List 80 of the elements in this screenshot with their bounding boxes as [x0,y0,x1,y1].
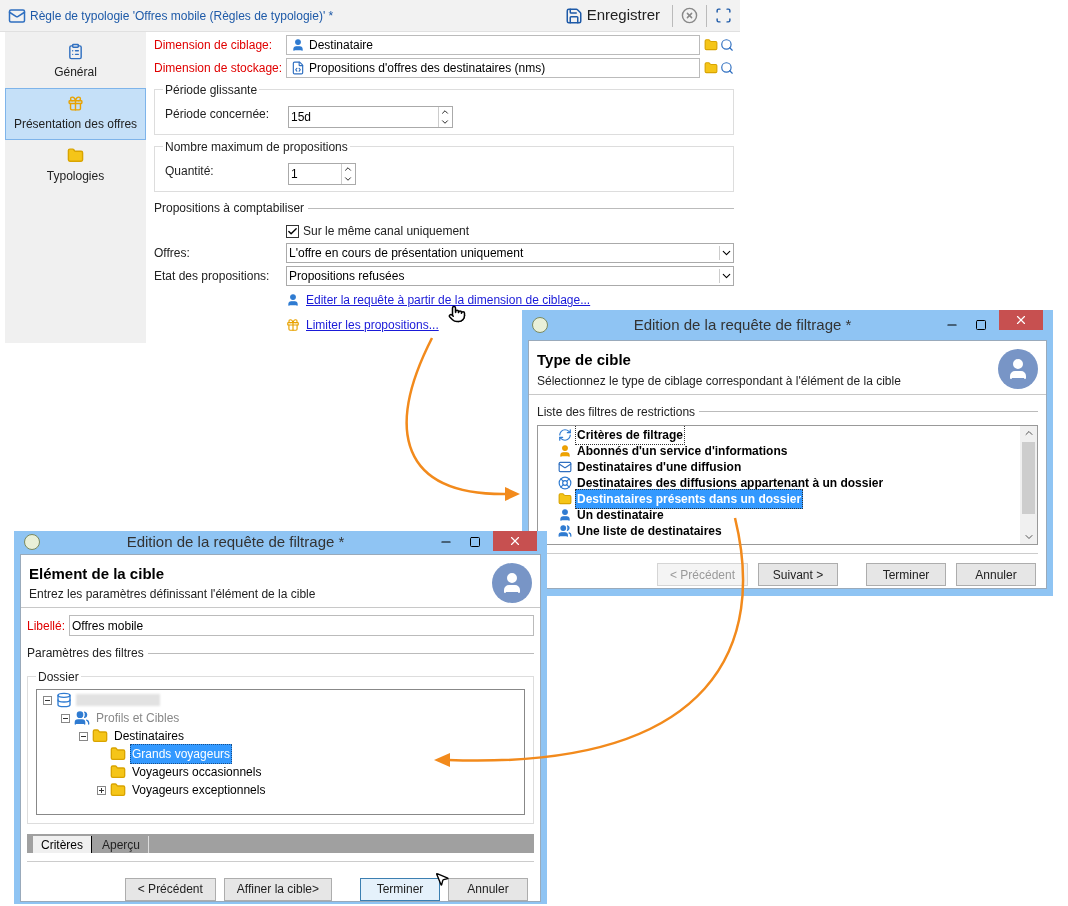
sidebar-item[interactable]: Typologies [5,140,146,192]
mouse-cursor-icon [434,870,450,888]
sidebar-item[interactable]: Présentation des offres [5,88,146,140]
people-icon [74,710,90,726]
close-icon [1014,313,1028,327]
sidebar-item[interactable]: Général [5,36,146,88]
mail-icon [558,459,572,474]
list-item[interactable]: Critères de filtrage [575,425,686,445]
close-icon [508,534,522,548]
folder-icon [110,782,126,798]
avatar-icon [998,349,1038,390]
field-label: Quantité: [165,163,215,180]
app-icon [532,317,548,333]
fullscreen-icon[interactable] [715,7,732,24]
dimension-field[interactable]: Destinataire [286,35,700,55]
folder-icon [110,746,126,762]
window-title: Edition de la requête de filtrage * [125,532,346,552]
maximize-icon[interactable] [469,536,481,549]
close-icon[interactable] [681,7,698,24]
lifebuoy-icon [558,475,572,490]
dropdown[interactable]: L'offre en cours de présentation uniquement [286,243,734,263]
link[interactable]: Limiter les propositions... [306,316,439,334]
person-icon [291,38,305,52]
person-icon [558,443,572,458]
dimension-field[interactable]: Propositions d'offres des destinataires (nms) [286,58,700,78]
link[interactable]: Editer la requête à partir de la dimension de ciblage... [306,291,591,309]
checkbox[interactable] [286,224,299,238]
search-icon[interactable] [720,38,734,52]
person-icon [558,507,572,522]
dialog-button[interactable]: Terminer [360,877,440,901]
dialog-button[interactable]: < Précédent [124,877,216,901]
window-title: Edition de la requête de filtrage * [632,314,853,335]
dropdown-arrow-icon[interactable] [719,269,733,283]
dialog-heading: Elément de la cible [29,563,166,584]
tab[interactable]: Critères [33,836,92,853]
group-title: Propositions à comptabiliser [154,200,305,217]
dialog-button[interactable]: Suivant > [758,563,838,586]
field-label: Etat des propositions: [154,268,271,285]
hand-cursor-icon [448,305,466,323]
gift-icon [286,318,300,332]
database-icon [56,692,72,708]
spin-field[interactable]: 15d [288,106,453,128]
group-title: Paramètres des filtres [27,645,144,662]
app-icon [24,534,40,551]
dialog-subtitle: Entrez les paramètres définissant l'élément de la cible [29,586,316,603]
clipboard-icon [67,43,84,60]
dialog-heading: Type de cible [537,350,632,370]
folder-icon [110,764,126,780]
dialog-button[interactable]: Terminer [866,563,946,586]
avatar-icon [492,562,532,603]
label-field[interactable]: Offres mobile [69,615,534,636]
field-label: Libellé: [27,617,66,635]
dialog-button[interactable]: Affiner la cible> [223,877,332,901]
spin-field[interactable]: 1 [288,163,356,185]
maximize-icon[interactable] [975,319,987,331]
cycle-icon [558,427,572,442]
gift-icon [67,95,84,112]
mail-icon [8,6,26,25]
folder-icon [67,147,84,164]
save-button[interactable]: Enregistrer [560,4,664,27]
list-item[interactable]: Une liste de destinataires [575,520,724,541]
window-title: Règle de typologie 'Offres mobile (Règles de typologie)' * [30,7,335,25]
people-icon [558,523,572,538]
search-icon[interactable] [720,61,734,75]
person-icon [286,293,300,307]
document-icon [291,61,305,75]
collapse-icon[interactable] [43,695,52,705]
folder-icon [92,728,108,744]
dropdown[interactable]: Propositions refusées [286,266,734,286]
dialog-button[interactable]: Annuler [956,563,1036,586]
field-label: Dimension de ciblage: [154,37,274,54]
field-label: Dimension de stockage: [154,60,284,77]
dialog-button[interactable]: Annuler [448,877,528,901]
dialog-subtitle: Sélectionnez le type de ciblage correspondant à l'élément de la cible [537,372,901,390]
field-label: Période concernée: [165,106,271,123]
field-label: Offres: [154,245,191,262]
checkbox-label: Sur le même canal uniquement [303,223,470,240]
dropdown-arrow-icon[interactable] [719,246,733,260]
group-title: Liste des filtres de restrictions [537,403,696,421]
folder-icon [558,491,572,506]
